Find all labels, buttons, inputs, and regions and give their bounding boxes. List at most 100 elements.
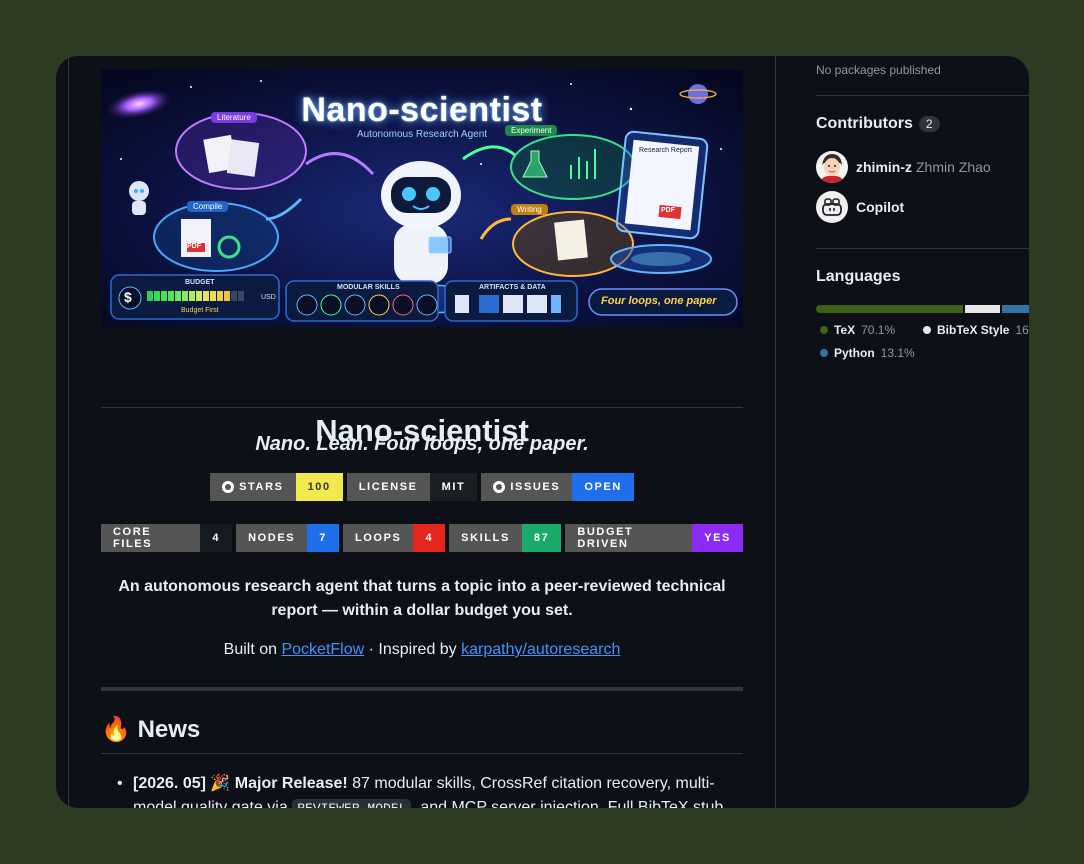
contributor-copilot[interactable]: Copilot (816, 191, 904, 223)
news-heading-text: News (137, 716, 201, 743)
core-files-badge-value: 4 (200, 524, 233, 552)
language-dot (820, 326, 828, 334)
sidebar-divider (816, 248, 1029, 249)
contributors-count: 2 (918, 116, 940, 132)
contributor-zhimin-z[interactable]: zhimin-z Zhmin Zhao (816, 151, 991, 183)
party-icon: 🎉 (210, 775, 231, 792)
avatar[interactable] (816, 151, 848, 183)
news-text-2: , and MCP server injection. Full BibTeX … (411, 799, 724, 808)
banner-pdf-tag: PDF (187, 243, 201, 250)
repo-window: Nano-scientist Autonomous Research Agent… (56, 56, 1029, 808)
banner-label-writing: Writing (511, 204, 548, 215)
language-name: BibTeX Style (937, 323, 1010, 337)
list-item: • [2026. 05] 🎉 Major Release! 87 modular… (117, 772, 733, 808)
banner-report-label: Research Report (639, 147, 692, 154)
left-border (68, 56, 69, 808)
language-percent: 16 (1015, 323, 1029, 337)
stars-badge-label: STARS (239, 481, 284, 493)
contributor-name: Zhmin Zhao (916, 159, 991, 175)
loops-badge: LOOPS 4 (342, 524, 446, 552)
language-tex[interactable]: TeX 70.1% (820, 323, 895, 337)
license-badge-label: LICENSE (358, 481, 418, 493)
banner-subtitle: Autonomous Research Agent (356, 129, 488, 140)
issues-badge[interactable]: ISSUES OPEN (481, 473, 634, 501)
title-divider (101, 407, 743, 408)
inspired-prefix: · Inspired by (368, 641, 457, 658)
language-dot (923, 326, 931, 334)
contributor-login[interactable]: zhimin-z (856, 159, 912, 175)
badge-row-2: CORE FILES 4 NODES 7 LOOPS 4 SKILLS 87 B… (101, 524, 743, 552)
github-icon (493, 481, 506, 493)
banner-report-pdf: PDF (661, 207, 675, 214)
skills-badge: SKILLS 87 (449, 524, 562, 552)
banner-label-compile: Compile (187, 201, 229, 212)
language-bibtex-style[interactable]: BibTeX Style 16 (923, 323, 1029, 337)
language-name: TeX (834, 323, 856, 337)
readme-tagline: Nano. Lean. Four loops, one paper. (255, 433, 589, 455)
banner-label-literature: Literature (211, 112, 257, 123)
issues-badge-value: OPEN (572, 473, 634, 501)
dollar-icon: $ (124, 289, 132, 305)
autoresearch-link[interactable]: karpathy/autoresearch (461, 641, 620, 658)
news-divider (101, 753, 743, 754)
section-divider (101, 687, 743, 691)
copilot-icon (822, 198, 842, 216)
loops-badge-value: 4 (413, 524, 446, 552)
issues-badge-label: ISSUES (510, 481, 561, 493)
banner-image: Nano-scientist Autonomous Research Agent… (101, 69, 743, 327)
banner-modular-skills: MODULAR SKILLS (337, 284, 400, 291)
license-badge[interactable]: LICENSE MIT (346, 473, 478, 501)
nodes-badge: NODES 7 (236, 524, 339, 552)
banner-budget-label: BUDGET (185, 279, 215, 286)
license-badge-value: MIT (429, 473, 478, 501)
fire-icon: 🔥 (101, 716, 131, 743)
loops-badge-label: LOOPS (342, 524, 414, 552)
skills-badge-label: SKILLS (449, 524, 522, 552)
skills-badge-value: 87 (521, 524, 562, 552)
language-segment-tex[interactable] (816, 305, 963, 313)
language-percent: 70.1% (861, 323, 896, 337)
avatar[interactable] (816, 191, 848, 223)
banner-artifacts: ARTIFACTS & DATA (479, 284, 546, 291)
language-python[interactable]: Python 13.1% (820, 346, 915, 360)
banner-title: Nano-scientist (301, 91, 543, 129)
readme-description: An autonomous research agent that turns … (118, 578, 726, 619)
stars-badge-value: 100 (295, 473, 343, 501)
bullet: • (117, 775, 123, 792)
packages-text: No packages published (816, 63, 941, 77)
nodes-badge-label: NODES (236, 524, 308, 552)
budget-driven-badge-value: YES (692, 524, 743, 552)
language-segment-bibtex[interactable] (964, 305, 1000, 313)
sidebar-divider (816, 95, 1029, 96)
built-prefix: Built on (223, 641, 278, 658)
news-heading: 🔥 News (101, 715, 200, 744)
column-divider (775, 56, 776, 808)
contributors-heading-text: Contributors (816, 115, 913, 132)
language-segment-python[interactable] (1001, 305, 1029, 313)
banner-slogan: Four loops, one paper (601, 295, 717, 307)
contributors-heading[interactable]: Contributors 2 (816, 115, 940, 133)
person-avatar-icon (816, 151, 848, 183)
budget-driven-badge-label: BUDGET DRIVEN (565, 524, 693, 552)
readme-content: Nano-scientist Autonomous Research Agent… (101, 56, 743, 808)
repo-sidebar: No packages published Contributors 2 zhim… (816, 56, 1029, 808)
banner-label-experiment: Experiment (505, 125, 558, 136)
built-on-line: Built on PocketFlow · Inspired by karpat… (101, 641, 743, 659)
stars-badge[interactable]: STARS 100 (210, 473, 343, 501)
news-date: [2026. 05] (133, 775, 206, 792)
news-code: REVIEWER_MODEL (292, 799, 412, 808)
language-name: Python (834, 346, 875, 360)
core-files-badge: CORE FILES 4 (101, 524, 233, 552)
budget-driven-badge: BUDGET DRIVEN YES (565, 524, 743, 552)
news-headline: Major Release! (234, 775, 348, 792)
badge-row-1: STARS 100 LICENSE MIT ISSUES OPEN (101, 473, 743, 501)
github-icon (222, 481, 235, 493)
banner-usd-label: USD (261, 294, 276, 301)
banner-budget-first: Budget First (181, 307, 219, 314)
language-percent: 13.1% (880, 346, 915, 360)
contributor-login[interactable]: Copilot (856, 199, 904, 215)
nodes-badge-value: 7 (307, 524, 339, 552)
pocketflow-link[interactable]: PocketFlow (281, 641, 364, 658)
languages-heading: Languages (816, 268, 901, 285)
language-dot (820, 349, 828, 357)
